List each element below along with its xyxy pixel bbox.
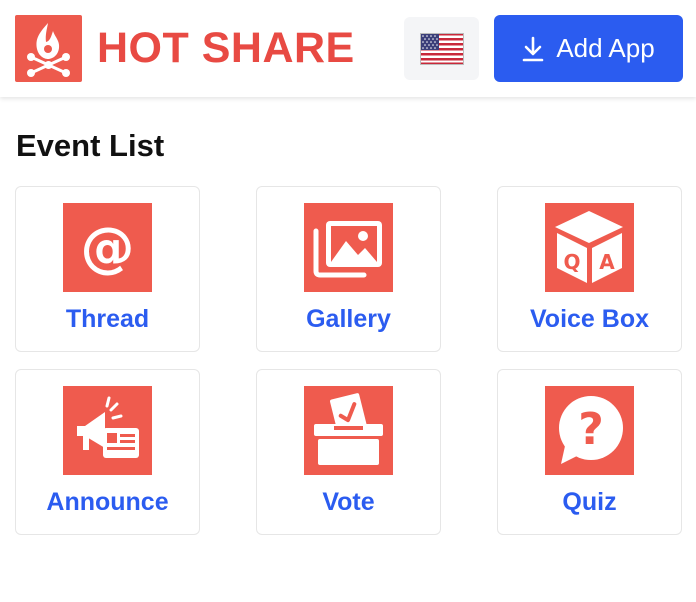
brand-title: HOT SHARE [97,24,355,72]
us-flag-icon [419,32,464,65]
svg-text:@: @ [81,216,135,279]
svg-text:Q: Q [563,250,580,274]
svg-text:A: A [599,250,615,274]
question-bubble-icon: ? [545,386,634,475]
campfire-network-icon[interactable] [15,15,82,82]
at-sign-icon: @ [63,203,152,292]
event-card-quiz[interactable]: ? Quiz [497,369,682,535]
add-app-label: Add App [556,33,655,63]
language-button[interactable] [404,17,479,80]
qa-cube-icon: Q A [545,203,634,292]
event-card-thread[interactable]: @ Thread [15,186,200,352]
gallery-icon [304,203,393,292]
event-card-announce[interactable]: Announce [15,369,200,535]
event-label: Gallery [306,305,391,333]
section-title: Event List [16,128,165,163]
download-icon [522,36,544,62]
svg-text:?: ? [578,404,604,455]
event-label: Quiz [562,488,617,516]
app-header: HOT SHARE Add App [0,0,696,97]
event-card-voice-box[interactable]: Q A Voice Box [497,186,682,352]
event-label: Vote [322,488,375,516]
megaphone-icon [63,386,152,475]
event-card-vote[interactable]: Vote [256,369,441,535]
event-label: Voice Box [529,305,650,333]
event-label: Thread [65,305,150,333]
add-app-button[interactable]: Add App [494,15,683,82]
event-card-gallery[interactable]: Gallery [256,186,441,352]
ballot-box-icon [304,386,393,475]
event-label: Announce [46,488,169,516]
